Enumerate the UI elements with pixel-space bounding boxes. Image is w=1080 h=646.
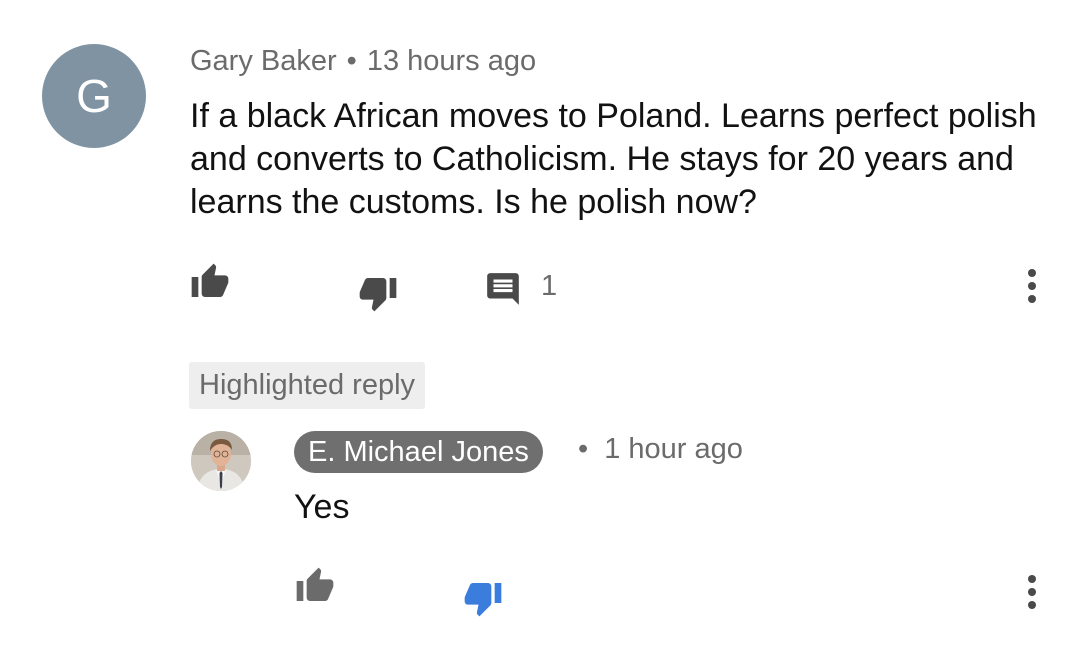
- reply-author-name: E. Michael Jones: [308, 435, 529, 468]
- more-vert-icon: [1028, 269, 1036, 303]
- comment-more-button[interactable]: [1016, 266, 1048, 306]
- comment-text: If a black African moves to Poland. Lear…: [190, 97, 1037, 221]
- person-portrait-icon: [191, 431, 251, 491]
- comment-icon: [487, 273, 519, 305]
- reply-count: 1: [541, 270, 558, 302]
- reply-meta: • 1 hour ago: [578, 433, 743, 466]
- reply-button[interactable]: [484, 270, 522, 308]
- thumbs-up-icon: [296, 567, 334, 601]
- thumbs-down-icon: [359, 278, 397, 312]
- more-vert-icon: [1028, 575, 1036, 609]
- comment-meta: Gary Baker • 13 hours ago: [190, 45, 536, 78]
- reply-dislike-button[interactable]: [462, 578, 504, 618]
- meta-separator: •: [346, 45, 357, 77]
- reply-text: Yes: [294, 488, 350, 526]
- reply-more-button[interactable]: [1016, 572, 1048, 612]
- avatar-letter: G: [76, 70, 112, 122]
- reply-time[interactable]: 1 hour ago: [604, 433, 743, 465]
- comment-time[interactable]: 13 hours ago: [367, 45, 536, 77]
- thumbs-down-icon: [464, 583, 502, 617]
- highlighted-reply-badge: Highlighted reply: [189, 362, 426, 409]
- comment-author[interactable]: Gary Baker: [190, 45, 337, 77]
- dislike-button[interactable]: [357, 273, 399, 313]
- commenter-avatar[interactable]: G: [42, 44, 146, 148]
- reply-author-chip[interactable]: E. Michael Jones: [294, 431, 543, 473]
- like-button[interactable]: [189, 262, 231, 302]
- meta-separator: •: [578, 433, 589, 465]
- highlighted-reply-label: Highlighted reply: [199, 369, 416, 401]
- reply-like-button[interactable]: [294, 566, 336, 606]
- reply-author-avatar[interactable]: [191, 431, 251, 491]
- thumbs-up-icon: [191, 263, 229, 297]
